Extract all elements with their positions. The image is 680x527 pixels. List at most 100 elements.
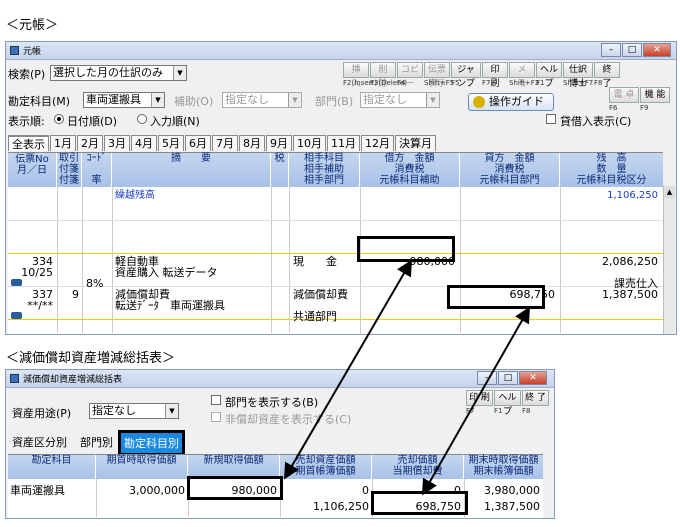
- loan-checkbox[interactable]: [546, 114, 556, 124]
- close-icon[interactable]: ✕: [519, 371, 547, 385]
- r2-partner[interactable]: 減価償却費: [293, 289, 348, 300]
- hdr-col6-b: 相手補助: [304, 164, 344, 175]
- order-input-radio[interactable]: [137, 114, 147, 124]
- summary-toolbar-button-0[interactable]: 印 刷: [466, 390, 493, 406]
- hdr-col9-c: 元帳科目税区分: [576, 175, 647, 186]
- month-tab-10[interactable]: 10月: [293, 135, 326, 151]
- aux-select[interactable]: 指定なし ▼: [222, 92, 302, 108]
- dept-show-checkbox[interactable]: [211, 395, 221, 405]
- hdr-col8-a: 貸方 金額: [484, 153, 535, 164]
- toolbar-fkey-6: Shift+F3: [509, 79, 540, 87]
- usage-select[interactable]: 指定なし ▼: [89, 403, 179, 419]
- chevron-down-icon[interactable]: ▼: [165, 404, 178, 418]
- tab-asset-class[interactable]: 資産区分別: [12, 434, 67, 450]
- hdr-col5: 税: [274, 153, 285, 164]
- s-hdr3: 新規取得価額: [203, 455, 264, 466]
- toolbar-fkey-7: F1: [536, 79, 545, 87]
- month-tab-11[interactable]: 11月: [327, 135, 360, 151]
- r1-desc2[interactable]: 資産購入 転送データ: [115, 267, 218, 278]
- summary-toolbar-fkey-1: F1: [494, 407, 503, 415]
- minimize-icon[interactable]: –: [601, 43, 621, 57]
- hdr-col9-a: 残 高: [596, 153, 627, 164]
- month-tab-2[interactable]: 2月: [77, 135, 103, 151]
- toolbar-button-2[interactable]: コピー: [397, 62, 423, 89]
- tab-account[interactable]: 勘定科目別: [118, 430, 185, 456]
- chevron-down-icon[interactable]: ▼: [426, 93, 439, 107]
- minimize-icon[interactable]: –: [477, 371, 497, 385]
- month-tab-7[interactable]: 7月: [212, 135, 238, 151]
- month-tab-5[interactable]: 5月: [158, 135, 184, 151]
- account-select[interactable]: 車両運搬具 ▼: [83, 92, 165, 108]
- close-icon[interactable]: ✕: [643, 43, 671, 57]
- dept-select[interactable]: 指定なし ▼: [360, 92, 440, 108]
- tab-dept[interactable]: 部門別: [80, 434, 113, 450]
- ledger-grid: 伝票No 月／日 取引 付箋 付箋 ｺｰﾄﾞ 率 摘 要 税 相手科目 相手補助 相手部門…: [8, 152, 663, 335]
- r1-date[interactable]: 10/25: [8, 267, 53, 278]
- ledger-scrollbar[interactable]: ▲: [663, 186, 675, 334]
- s-end-acq: 3,980,000: [484, 484, 540, 497]
- hdr-col6-a: 相手科目: [304, 153, 344, 164]
- toolbar2-button-0[interactable]: 電 卓: [609, 87, 639, 103]
- toolbar-button-8[interactable]: 仕訳博士: [563, 62, 593, 89]
- carry-balance: 1,106,250: [607, 190, 658, 201]
- hdr-col9-b: 数 量: [596, 164, 627, 175]
- app-icon: [10, 374, 19, 383]
- toolbar-button-3[interactable]: 伝票表示: [424, 62, 450, 89]
- maximize-icon[interactable]: □: [498, 371, 518, 385]
- month-tab-8[interactable]: 8月: [239, 135, 265, 151]
- summary-toolbar-button-1[interactable]: ヘルプ: [494, 390, 521, 417]
- toolbar-button-7[interactable]: ヘルプ: [536, 62, 562, 89]
- month-tab-12[interactable]: 12月: [361, 135, 394, 151]
- month-tabs: 全表示 1月 2月 3月 4月 5月 6月 7月 8月 9月 10月 11月 12月 決算月: [8, 135, 437, 151]
- highlight-summary-new: [187, 476, 283, 500]
- memo-icon[interactable]: [11, 312, 22, 319]
- memo-icon[interactable]: [11, 279, 22, 286]
- carry-label: 繰越残高: [115, 190, 155, 201]
- aux-select-value: 指定なし: [225, 93, 269, 106]
- chevron-down-icon[interactable]: ▼: [288, 93, 301, 107]
- toolbar-button-5[interactable]: 印 刷: [482, 62, 508, 89]
- aux-label: 補助(O): [174, 95, 214, 108]
- toolbar-fkey-8: Shift+F7: [563, 79, 594, 87]
- order-date-label: 日付順(D): [67, 115, 118, 128]
- chevron-down-icon[interactable]: ▼: [173, 66, 186, 80]
- month-tab-0[interactable]: 全表示: [8, 135, 49, 151]
- s-account[interactable]: 車両運搬具: [10, 485, 65, 496]
- s-beg-book: 1,106,250: [313, 500, 369, 513]
- s-hdr6a: 期末時取得価額: [468, 455, 539, 466]
- summary-titlebar: 減価償却資産増減総括表: [6, 370, 554, 388]
- toolbar-button-4[interactable]: ジャンプ: [451, 62, 481, 89]
- month-tab-3[interactable]: 3月: [104, 135, 130, 151]
- scroll-up-icon[interactable]: ▲: [664, 186, 675, 198]
- guide-icon: [473, 96, 485, 108]
- toolbar2-fkey-0: F6: [609, 104, 618, 112]
- r2-date[interactable]: **/**: [8, 300, 53, 311]
- dept-label: 部門(B): [315, 95, 354, 108]
- chevron-down-icon[interactable]: ▼: [151, 93, 164, 107]
- s-hdr2: 期首時取得価額: [106, 455, 177, 466]
- maximize-icon[interactable]: □: [622, 43, 642, 57]
- toolbar2-button-1[interactable]: 機 能: [640, 87, 670, 103]
- hdr-col2-a: 取引: [59, 153, 79, 164]
- non-dep-label: 非償却資産を表示する(C): [225, 413, 352, 426]
- summary-toolbar-button-2[interactable]: 終 了: [522, 390, 549, 406]
- toolbar-button-9[interactable]: 終 了: [594, 62, 620, 89]
- toolbar2-fkey-1: F9: [640, 104, 649, 112]
- month-tab-9[interactable]: 9月: [266, 135, 292, 151]
- r2-partner-dept[interactable]: 共通部門: [293, 311, 337, 322]
- non-dep-checkbox[interactable]: [211, 412, 221, 422]
- toolbar-button-6[interactable]: メ モ: [509, 62, 535, 89]
- window-controls: – □ ✕: [601, 43, 671, 57]
- order-date-radio[interactable]: [54, 114, 64, 124]
- month-tab-6[interactable]: 6月: [185, 135, 211, 151]
- month-tab-1[interactable]: 1月: [50, 135, 76, 151]
- month-tab-13[interactable]: 決算月: [395, 135, 436, 151]
- toolbar-button-0[interactable]: 挿 入: [343, 62, 369, 89]
- month-tab-4[interactable]: 4月: [131, 135, 157, 151]
- toolbar-button-1[interactable]: 削 除: [370, 62, 396, 89]
- operation-guide-button[interactable]: 操作ガイド: [468, 93, 554, 111]
- operation-guide-label: 操作ガイド: [489, 95, 544, 108]
- r2-desc2[interactable]: 転送ﾃﾞｰﾀ 車両運搬具: [115, 300, 225, 311]
- r1-partner[interactable]: 現 金: [293, 256, 337, 267]
- search-select[interactable]: 選択した月の仕訳のみ ▼: [50, 65, 187, 81]
